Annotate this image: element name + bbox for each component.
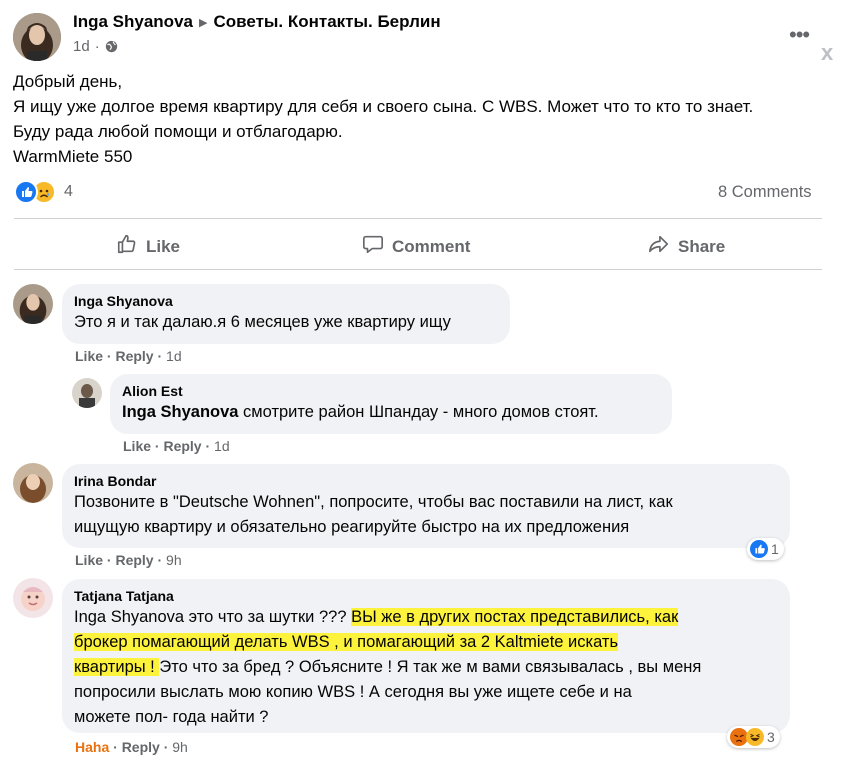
comment-avatar[interactable]	[13, 463, 53, 503]
thumbs-up-icon	[116, 233, 138, 260]
avatar-photo	[13, 13, 61, 61]
like-reaction-icon	[14, 180, 38, 204]
comment-reply-link[interactable]: Reply	[115, 348, 153, 364]
arrow-right-icon: ▶	[198, 16, 208, 29]
post-author-avatar[interactable]	[13, 13, 61, 61]
post-line: WarmMiete 550	[13, 147, 133, 166]
reply-author[interactable]: Alion Est	[122, 382, 660, 400]
mention-link[interactable]: Inga Shyanova	[122, 403, 238, 421]
globe-icon	[105, 40, 118, 53]
post-header-title: Inga Shyanova ▶ Советы. Контакты. Берлин	[73, 12, 441, 32]
comment-reaction-link[interactable]: Haha	[75, 739, 109, 755]
comment-reactions[interactable]: 1	[747, 538, 784, 560]
reply-reply-link[interactable]: Reply	[163, 438, 201, 454]
reply-time[interactable]: 1d	[214, 438, 230, 454]
post-reactions[interactable]: 4	[14, 180, 73, 204]
post-body: Добрый день, Я ищу уже долгое время квар…	[13, 69, 833, 169]
comment-icon	[362, 233, 384, 260]
comment-text-line: Inga Shyanova это что за шутки ??? ВЫ же…	[74, 608, 679, 626]
post-meta: 1d ·	[73, 38, 118, 55]
comment-text: Это я и так далаю.я 6 месяцев уже кварти…	[74, 313, 451, 331]
comment-reply-link[interactable]: Reply	[122, 739, 160, 755]
haha-reaction-icon	[746, 728, 764, 746]
group-name[interactable]: Советы. Контакты. Берлин	[213, 12, 440, 32]
comment-time[interactable]: 9h	[166, 552, 182, 568]
divider	[14, 218, 822, 219]
comments-count[interactable]: 8 Comments	[718, 183, 812, 202]
highlighted-text: брокер помагающий делать WBS , и помагаю…	[74, 633, 619, 651]
comment-actions: Haha · Reply · 9h	[75, 739, 188, 755]
post-line: Добрый день,	[13, 72, 123, 91]
more-options-icon[interactable]: •••	[789, 22, 810, 48]
reply-text: Inga Shyanova смотрите район Шпандау - м…	[122, 403, 599, 421]
comment-reactions[interactable]: 3	[727, 726, 780, 748]
comment-bubble: Inga Shyanova Это я и так далаю.я 6 меся…	[62, 284, 510, 344]
reply-like-link[interactable]: Like	[123, 438, 151, 454]
share-button[interactable]: Share	[648, 233, 725, 260]
comment-time[interactable]: 1d	[166, 348, 182, 364]
comment-reply-link[interactable]: Reply	[115, 552, 153, 568]
comment-text-line: попросили выслать мою копию WBS ! А сего…	[74, 683, 632, 701]
like-button[interactable]: Like	[116, 233, 180, 260]
highlighted-text: ВЫ же в других постах представились, как	[351, 608, 679, 626]
highlighted-text: квартиры !	[74, 658, 160, 676]
comment-reaction-count: 1	[771, 541, 779, 557]
post-time[interactable]: 1d	[73, 38, 90, 55]
share-icon	[648, 233, 670, 260]
comment-author[interactable]: Irina Bondar	[74, 472, 778, 490]
reply-bubble: Alion Est Inga Shyanova смотрите район Ш…	[110, 374, 672, 434]
comment-text-line: ищущую квартиру и обязательно реагируйте…	[74, 518, 630, 536]
comment-time[interactable]: 9h	[172, 739, 188, 755]
post-line: Буду рада любой помощи и отблагодарю.	[13, 122, 343, 141]
reply-actions: Like · Reply · 1d	[123, 438, 230, 454]
comment-reaction-count: 3	[767, 729, 775, 745]
divider	[14, 269, 822, 270]
comment-button[interactable]: Comment	[362, 233, 470, 260]
comment-like-link[interactable]: Like	[75, 552, 103, 568]
close-icon[interactable]: x	[821, 40, 833, 66]
comment-author[interactable]: Tatjana Tatjana	[74, 587, 778, 605]
post-author-name[interactable]: Inga Shyanova	[73, 12, 193, 32]
comment-avatar[interactable]	[13, 284, 53, 324]
comment-text-line: Позвоните в "Deutsche Wohnen", попросите…	[74, 493, 673, 511]
comment-actions: Like · Reply · 9h	[75, 552, 182, 568]
like-reaction-icon	[750, 540, 768, 558]
comment-bubble: Irina Bondar Позвоните в "Deutsche Wohne…	[62, 464, 790, 548]
post-line: Я ищу уже долгое время квартиру для себя…	[13, 97, 754, 116]
reaction-count[interactable]: 4	[64, 183, 73, 201]
comment-avatar[interactable]	[13, 578, 53, 618]
comment-actions: Like · Reply · 1d	[75, 348, 182, 364]
comment-like-link[interactable]: Like	[75, 348, 103, 364]
reply-avatar[interactable]	[72, 378, 102, 408]
comment-bubble: Tatjana Tatjana Inga Shyanova это что за…	[62, 579, 790, 733]
comment-text-line: можете пол- года найти ?	[74, 708, 269, 726]
comment-text-line: квартиры ! Это что за бред ? Объясните !…	[74, 658, 702, 676]
comment-text-line: брокер помагающий делать WBS , и помагаю…	[74, 630, 778, 655]
comment-author[interactable]: Inga Shyanova	[74, 292, 498, 310]
